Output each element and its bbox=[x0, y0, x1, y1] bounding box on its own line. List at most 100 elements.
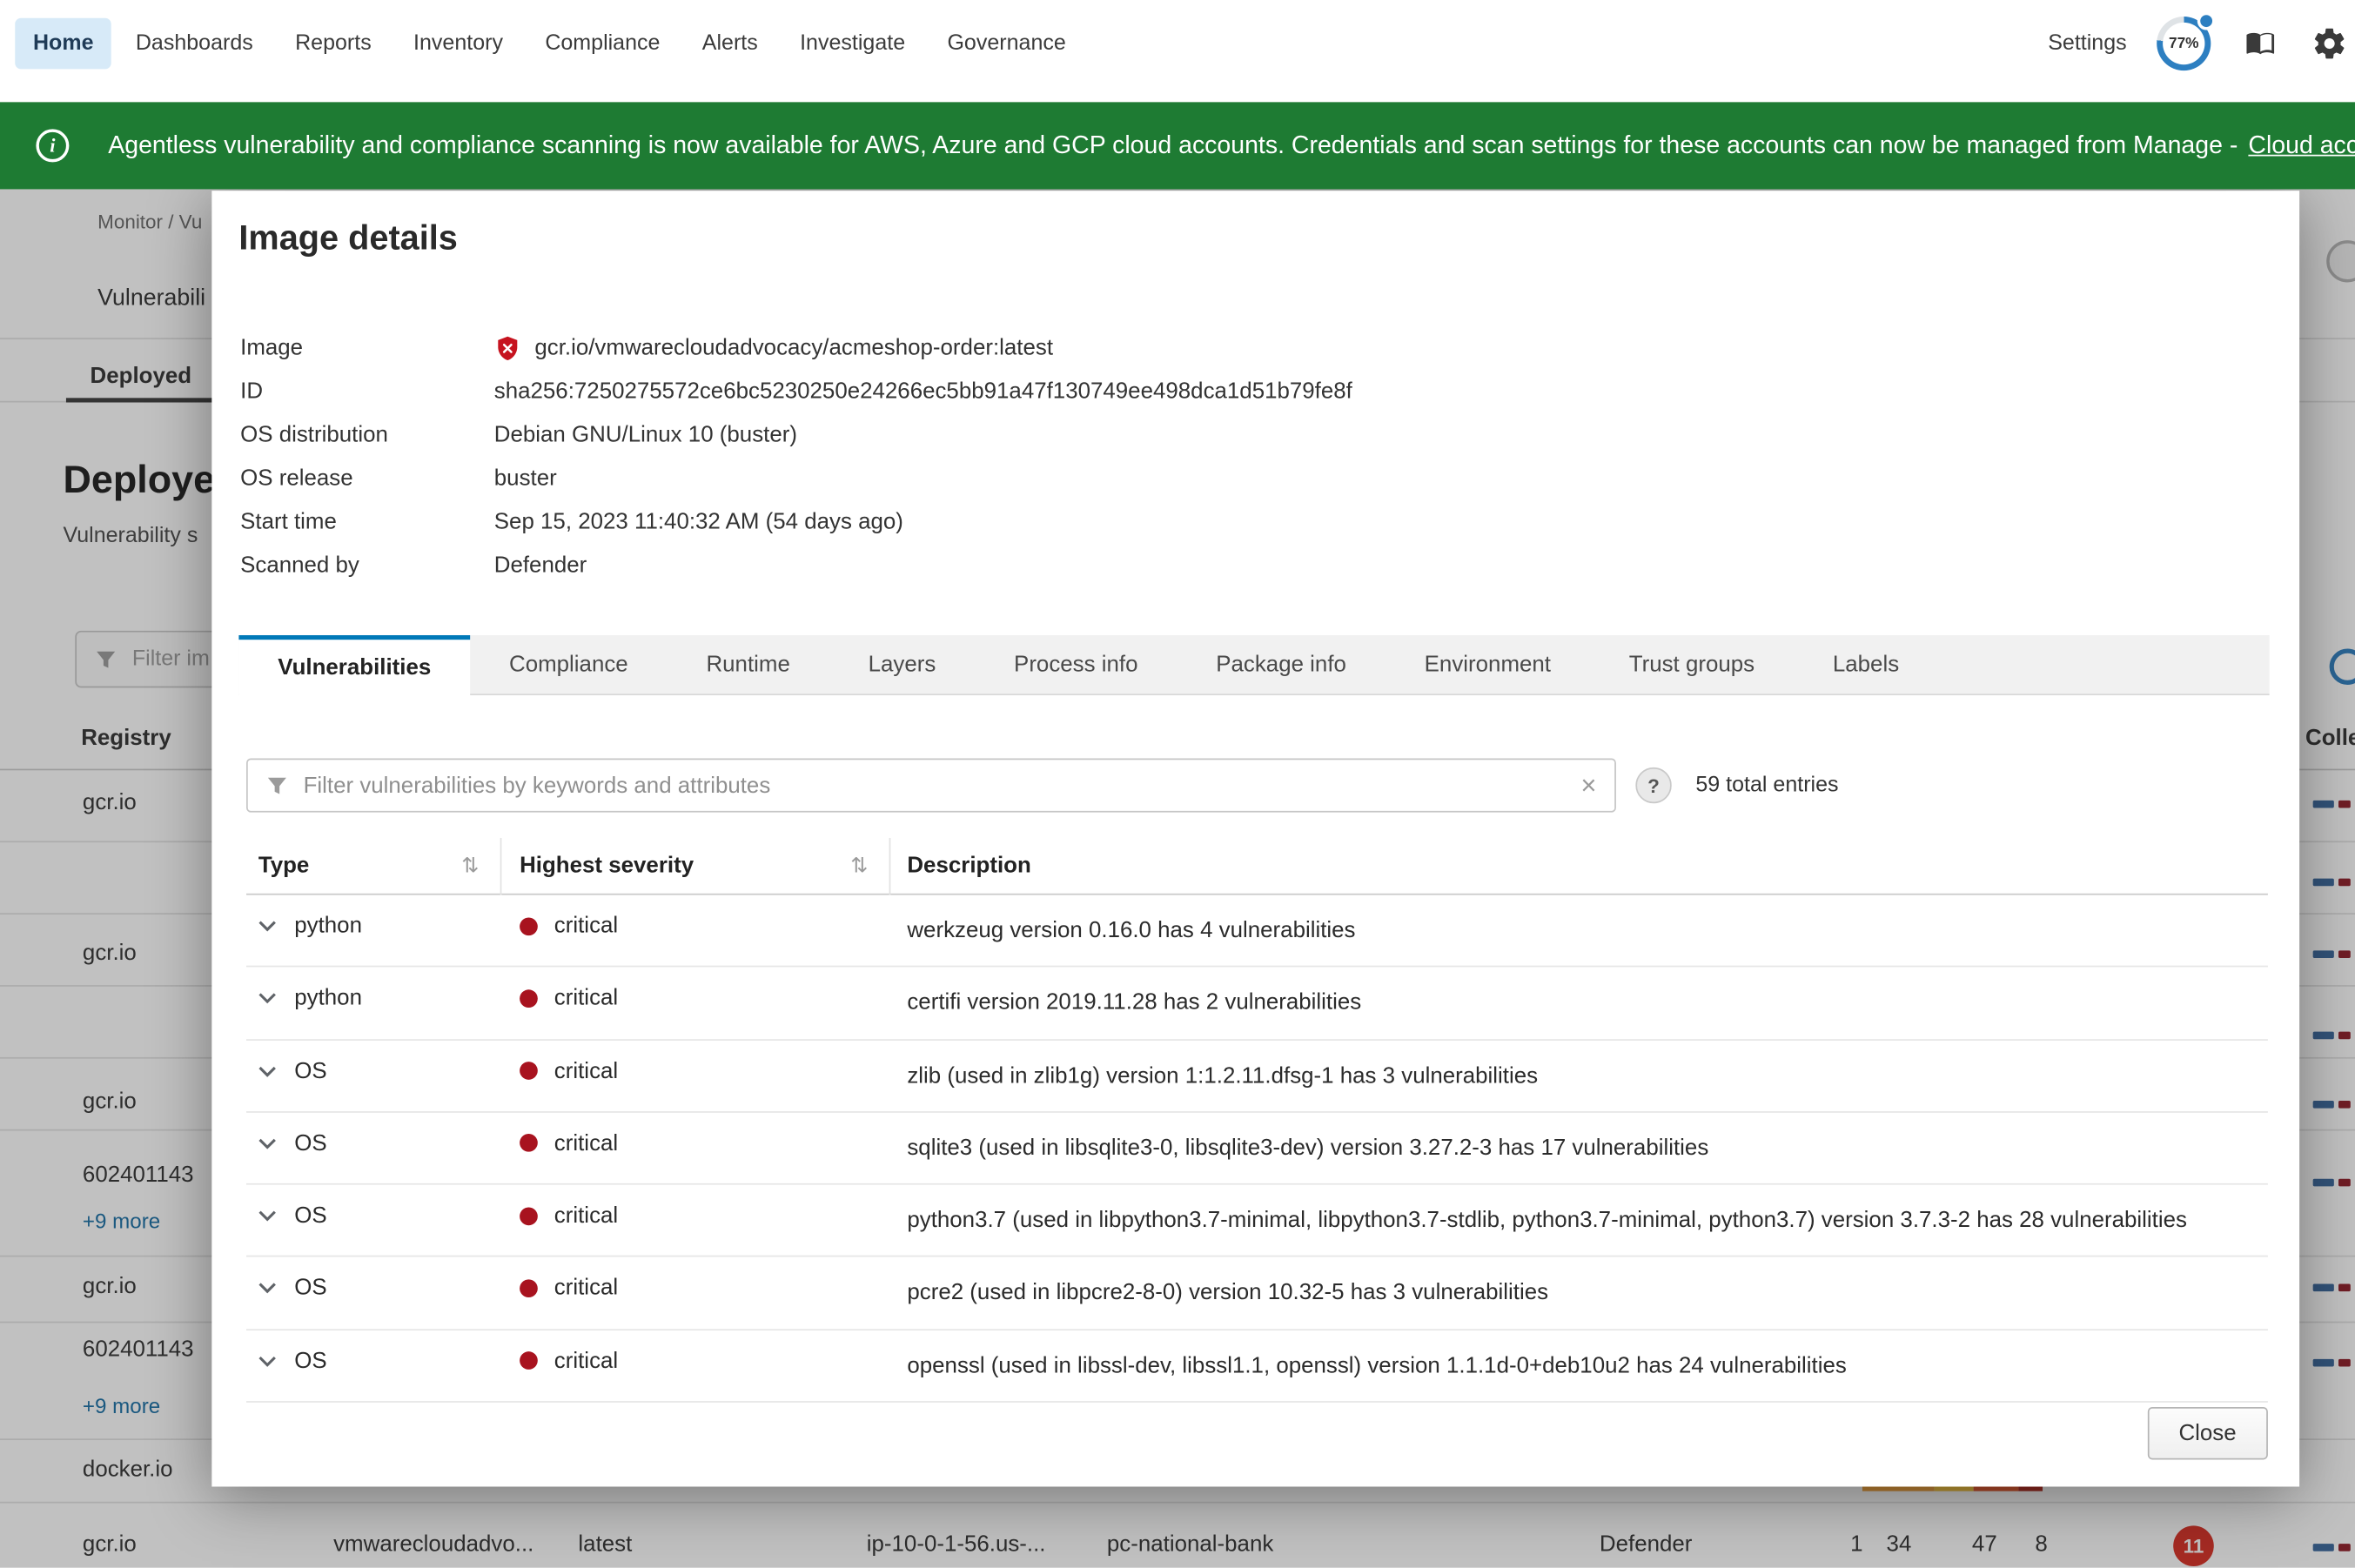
table-row[interactable]: python critical certifi version 2019.11.… bbox=[246, 968, 2268, 1040]
header-description: Description bbox=[890, 837, 2268, 895]
critical-dot-icon bbox=[520, 1279, 538, 1297]
row-type: OS bbox=[294, 1348, 326, 1373]
table-row[interactable]: OS critical zlib (used in zlib1g) versio… bbox=[246, 1040, 2268, 1112]
field-label: OS release bbox=[240, 466, 494, 491]
row-severity: critical bbox=[554, 1348, 618, 1373]
scan-progress-badge[interactable]: 77% bbox=[2157, 17, 2211, 70]
chevron-down-icon[interactable] bbox=[258, 1282, 277, 1296]
notification-dot-icon bbox=[2197, 12, 2216, 30]
settings-link[interactable]: Settings bbox=[2048, 31, 2126, 56]
cloud-accounts-link[interactable]: Cloud accounts page bbox=[2248, 131, 2355, 160]
announcement-banner: i Agentless vulnerability and compliance… bbox=[0, 102, 2355, 189]
clear-filter-icon[interactable]: × bbox=[1580, 772, 1596, 799]
nav-item-alerts[interactable]: Alerts bbox=[684, 18, 775, 70]
row-description: werkzeug version 0.16.0 has 4 vulnerabil… bbox=[890, 895, 2268, 967]
field-image: Image gcr.io/vmwarecloudadvocacy/acmesho… bbox=[240, 325, 1352, 369]
nav-item-compliance[interactable]: Compliance bbox=[527, 18, 679, 70]
field-value: buster bbox=[494, 466, 557, 491]
tab-labels[interactable]: Labels bbox=[1794, 635, 1938, 694]
nav-items: Home Dashboards Reports Inventory Compli… bbox=[0, 18, 1084, 70]
field-label: Image bbox=[240, 335, 494, 360]
viewport: Home Dashboards Reports Inventory Compli… bbox=[0, 0, 2355, 1568]
top-nav: Home Dashboards Reports Inventory Compli… bbox=[0, 0, 2355, 87]
modal-title: Image details bbox=[238, 218, 458, 258]
row-description: openssl (used in libssl-dev, libssl1.1, … bbox=[890, 1330, 2268, 1401]
chevron-down-icon[interactable] bbox=[258, 1209, 277, 1223]
nav-item-reports[interactable]: Reports bbox=[277, 18, 389, 70]
row-description: python3.7 (used in libpython3.7-minimal,… bbox=[890, 1185, 2268, 1256]
row-type: OS bbox=[294, 1276, 326, 1301]
field-id: ID sha256:7250275572ce6bc5230250e24266ec… bbox=[240, 370, 1352, 413]
field-scanned-by: Scanned by Defender bbox=[240, 544, 1352, 587]
field-start-time: Start time Sep 15, 2023 11:40:32 AM (54 … bbox=[240, 500, 1352, 544]
row-description: certifi version 2019.11.28 has 2 vulnera… bbox=[890, 968, 2268, 1039]
table-row[interactable]: OS critical sqlite3 (used in libsqlite3-… bbox=[246, 1112, 2268, 1184]
chevron-down-icon[interactable] bbox=[258, 919, 277, 933]
vulnerability-filter: × bbox=[246, 759, 1616, 813]
tab-layers[interactable]: Layers bbox=[829, 635, 975, 694]
table-row[interactable]: OS critical python3.7 (used in libpython… bbox=[246, 1185, 2268, 1257]
row-description: zlib (used in zlib1g) version 1:1.2.11.d… bbox=[890, 1040, 2268, 1111]
close-button[interactable]: Close bbox=[2147, 1407, 2268, 1459]
table-row[interactable]: OS critical openssl (used in libssl-dev,… bbox=[246, 1330, 2268, 1402]
field-label: Start time bbox=[240, 509, 494, 534]
field-label: OS distribution bbox=[240, 422, 494, 447]
tab-package-info[interactable]: Package info bbox=[1177, 635, 1385, 694]
nav-item-dashboards[interactable]: Dashboards bbox=[117, 18, 271, 70]
chevron-down-icon[interactable] bbox=[258, 991, 277, 1005]
total-entries: 59 total entries bbox=[1695, 759, 1838, 813]
field-value: Debian GNU/Linux 10 (buster) bbox=[494, 422, 797, 447]
help-icon[interactable]: ? bbox=[1635, 767, 1671, 803]
nav-item-investigate[interactable]: Investigate bbox=[782, 18, 923, 70]
row-severity: critical bbox=[554, 986, 618, 1011]
nav-item-home[interactable]: Home bbox=[15, 18, 111, 70]
vulnerability-filter-input[interactable] bbox=[304, 773, 1566, 798]
settings-gear-icon[interactable] bbox=[2310, 24, 2349, 64]
row-type: OS bbox=[294, 1130, 326, 1156]
tab-runtime[interactable]: Runtime bbox=[668, 635, 829, 694]
chevron-down-icon[interactable] bbox=[258, 1136, 277, 1150]
tab-compliance[interactable]: Compliance bbox=[470, 635, 667, 694]
row-type: OS bbox=[294, 1058, 326, 1083]
table-row[interactable]: python critical werkzeug version 0.16.0 … bbox=[246, 895, 2268, 968]
image-detail-fields: Image gcr.io/vmwarecloudadvocacy/acmesho… bbox=[240, 325, 1352, 586]
field-value: Defender bbox=[494, 553, 587, 578]
row-severity: critical bbox=[554, 1058, 618, 1083]
critical-dot-icon bbox=[520, 989, 538, 1008]
sort-icon[interactable]: ⇅ bbox=[461, 853, 479, 878]
modal-tabs: Vulnerabilities Compliance Runtime Layer… bbox=[238, 635, 2269, 695]
tab-vulnerabilities[interactable]: Vulnerabilities bbox=[238, 635, 470, 697]
vulnerable-shield-icon bbox=[494, 334, 521, 361]
field-value: sha256:7250275572ce6bc5230250e24266ec5bb… bbox=[494, 379, 1352, 404]
critical-dot-icon bbox=[520, 1134, 538, 1152]
row-type: OS bbox=[294, 1203, 326, 1228]
row-severity: critical bbox=[554, 1130, 618, 1156]
header-type: Type bbox=[258, 853, 310, 878]
nav-item-governance[interactable]: Governance bbox=[929, 18, 1084, 70]
table-row[interactable]: OS critical pcre2 (used in libpcre2-8-0)… bbox=[246, 1257, 2268, 1330]
nav-item-inventory[interactable]: Inventory bbox=[395, 18, 520, 70]
chevron-down-icon[interactable] bbox=[258, 1354, 277, 1368]
table-header-row: Type ⇅ Highest severity ⇅ Description bbox=[246, 838, 2268, 895]
nav-right: Settings 77% bbox=[2048, 17, 2355, 70]
row-severity: critical bbox=[554, 913, 618, 938]
row-description: pcre2 (used in libpcre2-8-0) version 10.… bbox=[890, 1257, 2268, 1329]
field-value: Sep 15, 2023 11:40:32 AM (54 days ago) bbox=[494, 509, 903, 534]
tab-environment[interactable]: Environment bbox=[1385, 635, 1590, 694]
row-type: python bbox=[294, 986, 362, 1011]
docs-book-icon[interactable] bbox=[2241, 24, 2280, 64]
row-type: python bbox=[294, 913, 362, 938]
book-icon bbox=[2243, 29, 2278, 59]
chevron-down-icon[interactable] bbox=[258, 1064, 277, 1078]
header-severity: Highest severity bbox=[520, 853, 694, 878]
row-severity: critical bbox=[554, 1203, 618, 1228]
tab-trust-groups[interactable]: Trust groups bbox=[1590, 635, 1794, 694]
sort-icon[interactable]: ⇅ bbox=[850, 853, 868, 878]
field-os-distribution: OS distribution Debian GNU/Linux 10 (bus… bbox=[240, 413, 1352, 457]
tab-process-info[interactable]: Process info bbox=[975, 635, 1177, 694]
field-label: ID bbox=[240, 379, 494, 404]
gear-icon bbox=[2311, 25, 2347, 61]
critical-dot-icon bbox=[520, 1207, 538, 1225]
critical-dot-icon bbox=[520, 917, 538, 935]
row-description: sqlite3 (used in libsqlite3-0, libsqlite… bbox=[890, 1112, 2268, 1183]
